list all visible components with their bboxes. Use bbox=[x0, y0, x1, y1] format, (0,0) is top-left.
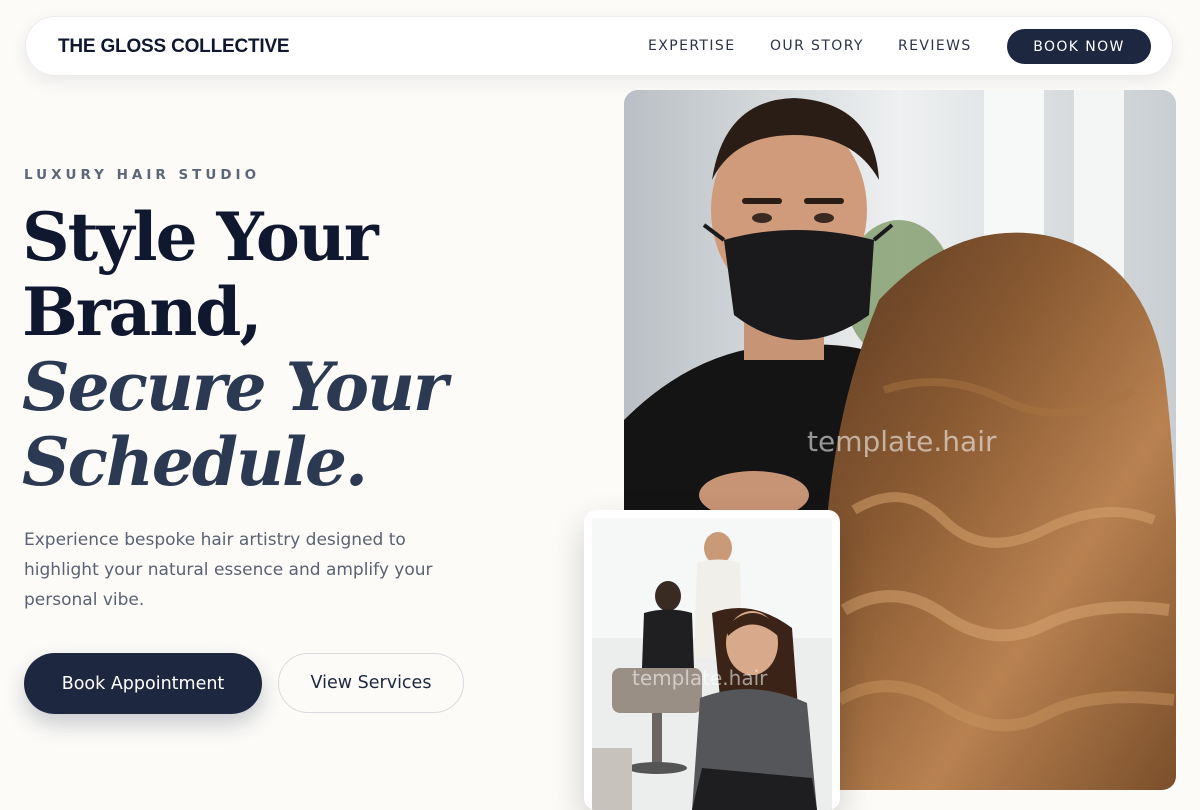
book-now-button[interactable]: BOOK NOW bbox=[1007, 29, 1151, 64]
hero-headline: Style Your Brand, Secure Your Schedule. bbox=[22, 200, 582, 500]
headline-line-2: Brand, bbox=[22, 273, 262, 351]
headline-italic-line-2: Schedule. bbox=[22, 423, 368, 501]
nav-link-reviews[interactable]: REVIEWS bbox=[898, 38, 972, 54]
headline-line-1: Style Your bbox=[22, 198, 379, 276]
salon-illustration bbox=[592, 518, 832, 810]
headline-italic-line-1: Secure Your bbox=[22, 348, 448, 426]
hero-eyebrow: LUXURY HAIR STUDIO bbox=[24, 167, 261, 183]
nav-link-expertise[interactable]: EXPERTISE bbox=[648, 38, 735, 54]
main-photo-watermark: template.hair bbox=[807, 425, 997, 458]
nav-link-our-story[interactable]: OUR STORY bbox=[770, 38, 864, 54]
brand-logo[interactable]: THE GLOSS COLLECTIVE bbox=[58, 36, 290, 58]
book-appointment-button[interactable]: Book Appointment bbox=[24, 653, 262, 714]
top-navbar: THE GLOSS COLLECTIVE EXPERTISE OUR STORY… bbox=[25, 16, 1173, 76]
hero-description: Experience bespoke hair artistry designe… bbox=[24, 530, 433, 610]
view-services-button[interactable]: View Services bbox=[278, 653, 464, 713]
salon-photo-card: template.hair bbox=[584, 510, 840, 810]
small-photo-watermark: template.hair bbox=[632, 666, 768, 690]
